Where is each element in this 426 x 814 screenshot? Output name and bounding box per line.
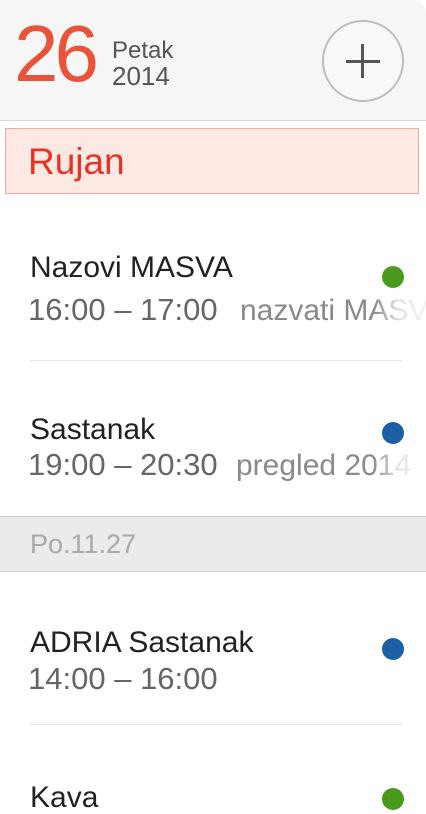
month-banner: Rujan [5, 128, 419, 194]
event-item[interactable]: Kava [0, 766, 426, 814]
calendar-color-dot [382, 422, 404, 444]
day-separator-label: Po.11.27 [30, 529, 137, 559]
event-note: pregled 2014 [236, 449, 412, 482]
event-item[interactable]: Nazovi MASVA 16:00 – 17:00 nazvati MASVA [0, 232, 426, 362]
event-time: 16:00 – 17:00 [28, 292, 218, 327]
calendar-color-dot [382, 638, 404, 660]
divider [30, 724, 402, 725]
date-header: 26 Petak 2014 [0, 0, 426, 121]
event-time: 19:00 – 20:30 [28, 447, 218, 482]
calendar-color-dot [382, 266, 404, 288]
calendar-color-dot [382, 788, 404, 810]
event-time: 14:00 – 16:00 [28, 661, 218, 696]
event-item[interactable]: Sastanak 19:00 – 20:30 pregled 2014 [0, 396, 426, 506]
event-item[interactable]: ADRIA Sastanak 14:00 – 16:00 [0, 610, 426, 720]
add-event-button[interactable] [322, 20, 404, 102]
event-note: nazvati MASVA [240, 294, 426, 327]
divider [30, 360, 402, 361]
event-title: Sastanak [30, 413, 156, 446]
event-title: ADRIA Sastanak [30, 626, 254, 659]
event-title: Kava [30, 781, 99, 814]
month-label: Rujan [28, 141, 125, 182]
day-separator: Po.11.27 [0, 516, 426, 572]
year-label: 2014 [112, 61, 170, 91]
event-title: Nazovi MASVA [30, 251, 233, 284]
day-number: 26 [14, 9, 99, 98]
